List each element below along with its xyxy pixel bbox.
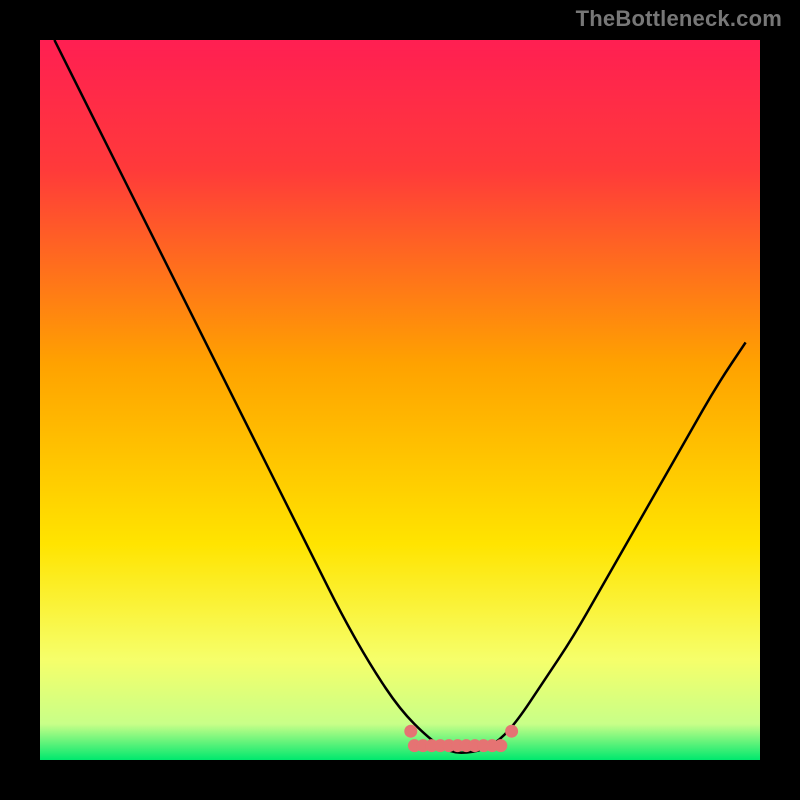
- bottleneck-chart: [40, 40, 760, 760]
- attribution-text: TheBottleneck.com: [576, 6, 782, 32]
- chart-background-gradient: [40, 40, 760, 760]
- chart-frame: TheBottleneck.com: [0, 0, 800, 800]
